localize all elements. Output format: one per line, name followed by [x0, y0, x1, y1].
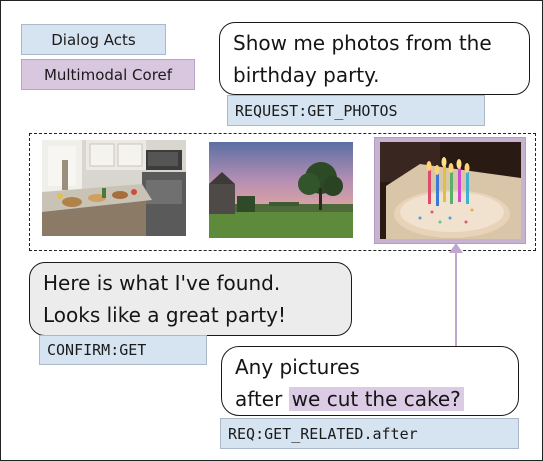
dialog-act-request-get-photos: REQUEST:GET_PHOTOS	[227, 95, 485, 126]
system-message: Here is what I've found. Looks like a gr…	[29, 262, 352, 336]
kitchen-party-photo	[42, 140, 186, 236]
user-message-2-line-2: after we cut the cake?	[235, 383, 505, 415]
dialog-act-confirm-get: CONFIRM:GET	[39, 335, 207, 365]
system-message-line-1: Here is what I've found.	[43, 271, 281, 295]
legend-dialog-acts: Dialog Acts	[21, 24, 166, 55]
birthday-cake-photo	[380, 142, 521, 239]
coref-highlight-phrase: we cut the cake?	[288, 387, 464, 411]
dialog-act-req-get-related-after: REQ:GET_RELATED.after	[220, 418, 519, 449]
user-message-1: Show me photos from the birthday party.	[219, 22, 530, 95]
user-message-2-prefix: after	[235, 387, 289, 411]
sunset-landscape-photo	[209, 142, 353, 238]
user-message-1-line-1: Show me photos from the	[233, 31, 492, 55]
coref-arrow-icon	[449, 243, 463, 253]
system-message-line-2: Looks like a great party!	[43, 303, 286, 327]
user-message-1-line-2: birthday party.	[233, 63, 380, 87]
user-message-2: Any pictures after we cut the cake?	[221, 346, 519, 416]
legend-multimodal-coref: Multimodal Coref	[21, 59, 195, 90]
user-message-2-line-1: Any pictures	[235, 355, 360, 379]
